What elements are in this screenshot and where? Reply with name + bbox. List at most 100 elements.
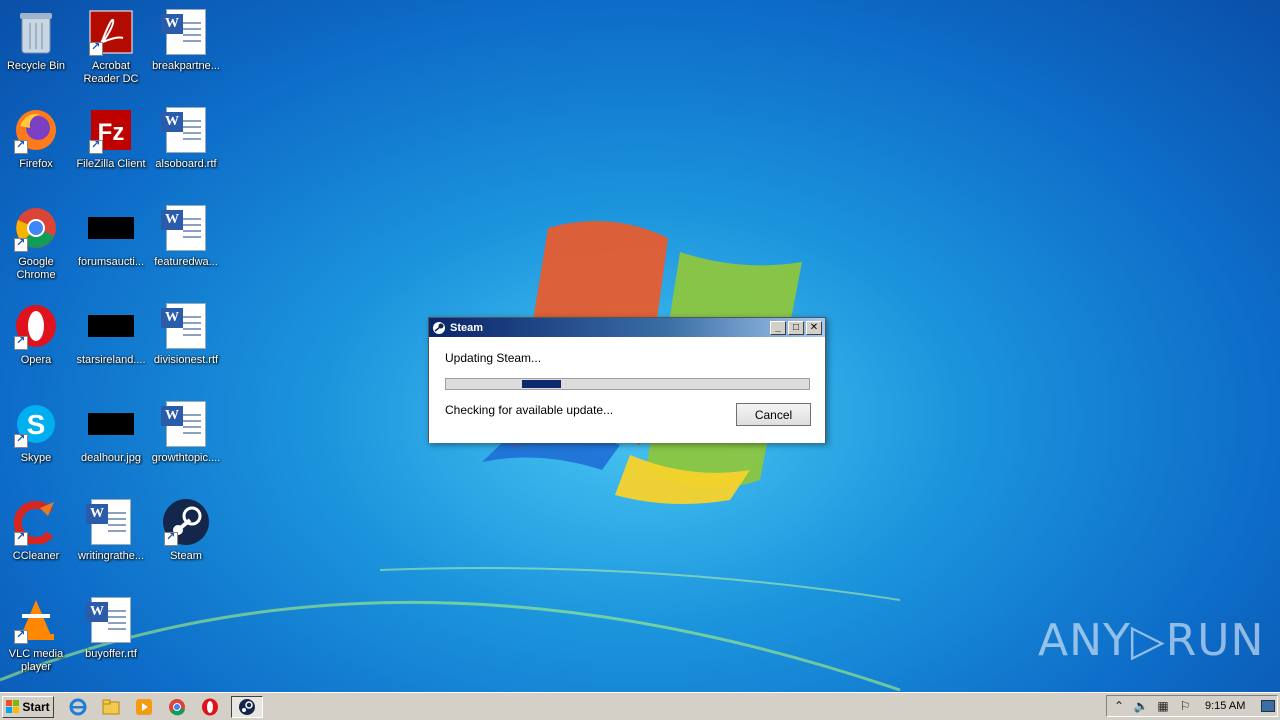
minimize-button[interactable]: _ [770,320,786,335]
desktop-icon-label: Firefox [19,158,53,170]
desktop-icon-label: VLC media player [8,648,64,673]
desktop-icon-label: divisionest.rtf [153,354,219,366]
shortcut-arrow-icon [14,530,28,546]
word-document-icon: W [161,204,210,252]
media-player-icon[interactable] [132,696,156,718]
chrome-icon [12,204,60,252]
desktop-icon-skype[interactable]: S Skype [0,400,74,492]
desktop-icon-steam[interactable]: Steam [148,498,224,590]
desktop-icon-label: featuredwa... [154,256,218,268]
image-file-icon [87,400,135,448]
desktop-icon-dealhour[interactable]: dealhour.jpg [73,400,149,492]
show-hidden-icons-icon[interactable]: ⌃ [1111,698,1127,714]
desktop-icon-firefox[interactable]: Firefox [0,106,74,198]
desktop-icon-label: FileZilla Client [76,158,146,170]
steam-icon [433,321,445,334]
update-progress-bar [445,378,810,390]
network-icon[interactable]: ▦ [1155,698,1171,714]
shortcut-arrow-icon [14,236,28,252]
volume-icon[interactable]: 🔈 [1133,698,1149,714]
image-file-icon [87,204,135,252]
desktop-icon-label: alsoboard.rtf [155,158,217,170]
ccleaner-icon [12,498,60,546]
desktop-icon-buyoffer[interactable]: W buyoffer.rtf [73,596,149,688]
shortcut-arrow-icon [89,40,103,56]
desktop-icon-label: Skype [20,452,52,464]
filezilla-icon: Fz [87,106,135,154]
cancel-button[interactable]: Cancel [736,403,811,426]
close-button[interactable]: ✕ [806,320,822,335]
desktop-icon-label: dealhour.jpg [81,452,141,464]
desktop-icon-label: Google Chrome [16,256,56,281]
start-label: Start [22,699,50,714]
desktop-icon-acrobat[interactable]: Acrobat Reader DC [73,8,149,100]
desktop-icon-label: starsireland.... [76,354,146,366]
taskbar: Start ⌃ 🔈 ▦ ⚐ 9:15 AM [0,692,1280,720]
action-center-flag-icon[interactable]: ⚐ [1177,698,1193,714]
desktop-icon-label: Opera [20,354,52,366]
acrobat-icon [87,8,135,56]
desktop-icon-label: breakpartne... [152,60,220,72]
svg-text:S: S [27,409,46,440]
anyrun-watermark: ANY▷RUN [1038,614,1265,666]
desktop-icon-opera[interactable]: Opera [0,302,74,394]
internet-explorer-icon[interactable] [66,696,90,718]
word-document-icon: W [161,302,210,350]
clock[interactable]: 9:15 AM [1205,700,1245,712]
desktop-icon-label: CCleaner [12,550,60,562]
desktop-icon-label: Recycle Bin [6,60,66,72]
word-document-icon: W [161,106,210,154]
dialog-title: Steam [450,321,484,334]
show-desktop-button[interactable] [1261,700,1275,712]
shortcut-arrow-icon [89,138,103,154]
desktop-icon-divisionest[interactable]: W divisionest.rtf [148,302,224,394]
update-detail-text: Checking for available update... [445,403,614,417]
shortcut-arrow-icon [14,432,28,448]
opera-icon[interactable] [198,696,222,718]
vlc-icon [12,596,60,644]
desktop-icon-starsireland[interactable]: starsireland.... [73,302,149,394]
system-tray: ⌃ 🔈 ▦ ⚐ 9:15 AM [1106,695,1278,717]
word-document-icon: W [161,8,210,56]
desktop-icon-label: Steam [170,550,202,562]
start-button[interactable]: Start [2,695,54,718]
quick-launch [66,695,263,718]
desktop-icon-filezilla[interactable]: Fz FileZilla Client [73,106,149,198]
desktop-icon-alsoboard[interactable]: W alsoboard.rtf [148,106,224,198]
firefox-icon [12,106,60,154]
progress-indicator [522,380,561,388]
shortcut-arrow-icon [164,530,178,546]
chrome-icon[interactable] [165,696,189,718]
desktop-icon-label: forumsaucti... [77,256,145,268]
desktop-icon-ccleaner[interactable]: CCleaner [0,498,74,590]
update-status-text: Updating Steam... [445,351,542,365]
desktop-icon-writingrathe[interactable]: W writingrathe... [73,498,149,590]
steam-icon [239,698,255,715]
recycle-bin-icon [12,8,60,56]
word-document-icon: W [86,596,135,644]
maximize-button[interactable]: □ [788,320,804,335]
windows-flag-icon [6,700,20,713]
steam-icon [162,498,210,546]
desktop-icon-label: growthtopic.... [151,452,221,464]
desktop-icon-label: writingrathe... [77,550,145,562]
desktop-icon-vlc[interactable]: VLC media player [0,596,74,688]
desktop-icon-chrome[interactable]: Google Chrome [0,204,74,296]
taskbar-steam-button[interactable] [231,695,263,718]
desktop-icon-label: Acrobat Reader DC [83,60,139,85]
folder-icon[interactable] [99,696,123,718]
desktop-icon-featuredwa[interactable]: W featuredwa... [148,204,224,296]
shortcut-arrow-icon [14,334,28,350]
desktop-icon-recycle-bin[interactable]: Recycle Bin [0,8,74,100]
image-file-icon [87,302,135,350]
skype-icon: S [12,400,60,448]
word-document-icon: W [86,498,135,546]
desktop-icon-growthtopic[interactable]: W growthtopic.... [148,400,224,492]
desktop-icon-forumsaucti[interactable]: forumsaucti... [73,204,149,296]
dialog-body: Updating Steam... Checking for available… [429,337,825,443]
steam-update-dialog: Steam _ □ ✕ Updating Steam... Checking f… [428,317,826,443]
desktop-icon-label: buyoffer.rtf [85,648,137,660]
desktop-icon-breakpartne[interactable]: W breakpartne... [148,8,224,100]
word-document-icon: W [161,400,210,448]
dialog-titlebar[interactable]: Steam _ □ ✕ [429,318,825,337]
